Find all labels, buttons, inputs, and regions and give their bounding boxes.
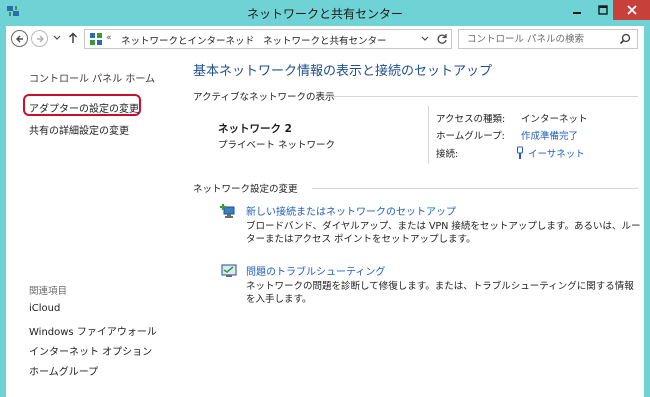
access-type-label: アクセスの種類: xyxy=(436,114,506,125)
up-button[interactable] xyxy=(66,30,80,46)
homegroup-link[interactable]: 作成準備完了 xyxy=(521,128,578,142)
arrow-up-icon xyxy=(69,32,77,43)
title-bar: ネットワークと共有センター xyxy=(0,0,650,26)
change-adapter-settings-link[interactable]: アダプターの設定の変更 xyxy=(29,100,139,115)
back-button[interactable] xyxy=(11,30,28,47)
forward-button[interactable] xyxy=(31,30,48,47)
setup-new-connection-link[interactable]: 新しい接続またはネットワークのセットアップ xyxy=(246,203,456,218)
recent-locations-button[interactable] xyxy=(52,31,62,45)
connection-label: 接続: xyxy=(436,149,459,160)
content-area: コントロール パネル ホーム アダプターの設定の変更 共有の詳細設定の変更 関連… xyxy=(6,50,644,397)
refresh-icon xyxy=(437,34,447,44)
address-bar[interactable]: « ネットワークとインターネット › ネットワークと共有センター xyxy=(84,29,452,49)
network-name: ネットワーク 2 xyxy=(218,123,292,135)
control-panel-icon xyxy=(89,32,103,46)
network-category-link[interactable]: プライベート ネットワーク xyxy=(218,137,335,151)
search-icon[interactable] xyxy=(619,33,631,45)
navigation-bar: « ネットワークとインターネット › ネットワークと共有センター xyxy=(6,26,644,50)
breadcrumb-separator[interactable]: › xyxy=(250,33,254,43)
address-history-button[interactable] xyxy=(420,33,430,45)
divider xyxy=(328,96,638,97)
vertical-divider xyxy=(428,106,429,164)
ethernet-connection-link[interactable]: イーサネット xyxy=(528,146,585,160)
active-networks-heading: アクティブなネットワークの表示 xyxy=(193,92,335,103)
see-also-icloud-link[interactable]: iCloud xyxy=(29,303,60,314)
breadcrumb-overflow[interactable]: « xyxy=(106,33,112,43)
search-box[interactable] xyxy=(458,29,638,49)
window-title: ネットワークと共有センター xyxy=(246,7,403,21)
page-title: 基本ネットワーク情報の表示と接続のセットアップ xyxy=(193,64,493,79)
task-pane: コントロール パネル ホーム アダプターの設定の変更 共有の詳細設定の変更 関連… xyxy=(6,50,182,397)
see-also-heading: 関連項目 xyxy=(29,286,68,297)
refresh-button[interactable] xyxy=(435,32,449,46)
see-also-homegroup-link[interactable]: ホームグループ xyxy=(29,363,98,378)
see-also-internet-options-link[interactable]: インターネット オプション xyxy=(29,343,152,358)
change-settings-heading: ネットワーク設定の変更 xyxy=(193,184,298,195)
new-connection-icon xyxy=(220,202,238,220)
arrow-right-icon xyxy=(36,35,44,42)
main-pane: 基本ネットワーク情報の表示と接続のセットアップ アクティブなネットワークの表示 … xyxy=(188,50,644,397)
close-button[interactable] xyxy=(613,0,650,20)
control-panel-home-link[interactable]: コントロール パネル ホーム xyxy=(29,70,155,85)
arrow-left-icon xyxy=(15,35,23,42)
setup-new-connection-description: ブロードバンド、ダイヤルアップ、または VPN 接続をセットアップします。あるい… xyxy=(246,221,641,245)
breadcrumb-sharing-center[interactable]: ネットワークと共有センター xyxy=(263,33,387,47)
window-border-right xyxy=(644,26,650,397)
access-type-value: インターネット xyxy=(521,114,588,125)
chevron-down-icon xyxy=(421,36,429,41)
troubleshoot-problems-description: ネットワークの問題を診断して修復します。または、トラブルシューティングに関する情… xyxy=(246,281,634,305)
troubleshoot-problems-link[interactable]: 問題のトラブルシューティング xyxy=(246,263,385,278)
troubleshoot-icon xyxy=(220,262,238,280)
search-input[interactable] xyxy=(467,32,617,46)
chevron-down-icon xyxy=(53,35,61,40)
ethernet-icon xyxy=(516,146,524,160)
advanced-sharing-settings-link[interactable]: 共有の詳細設定の変更 xyxy=(29,122,129,137)
minimize-button[interactable] xyxy=(564,0,590,20)
homegroup-label: ホームグループ: xyxy=(436,131,505,142)
breadcrumb-network-internet[interactable]: ネットワークとインターネット xyxy=(121,33,254,47)
see-also-firewall-link[interactable]: Windows ファイアウォール xyxy=(29,323,157,338)
divider xyxy=(312,188,638,189)
